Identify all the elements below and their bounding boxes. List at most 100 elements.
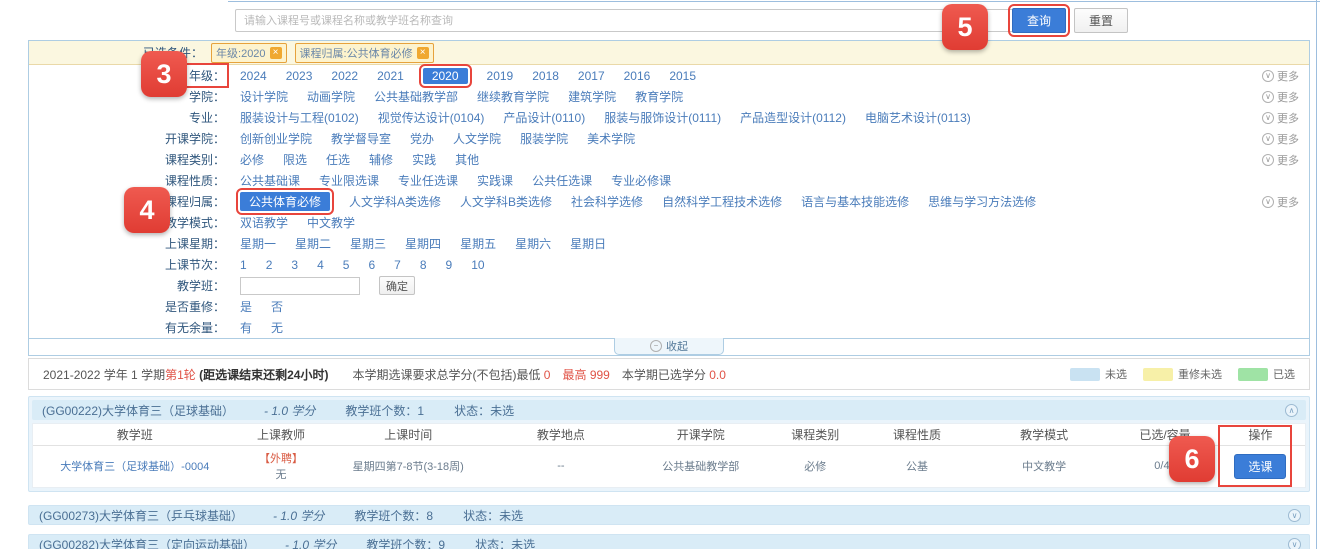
filter-option[interactable]: 2 (266, 258, 273, 272)
filter-option[interactable]: 视觉传达设计(0104) (378, 109, 485, 126)
more-label: 更多 (1277, 89, 1299, 105)
filter-option[interactable]: 2022 (331, 69, 358, 83)
filter-option[interactable]: 8 (420, 258, 427, 272)
filter-option[interactable]: 2016 (624, 69, 651, 83)
filter-option[interactable]: 公共基础课 (240, 172, 300, 189)
filter-option[interactable]: 继续教育学院 (477, 88, 549, 105)
search-input[interactable] (235, 9, 1035, 32)
filter-option[interactable]: 3 (291, 258, 298, 272)
filter-option[interactable]: 教学督导室 (331, 130, 391, 147)
filter-option[interactable]: 实践 (412, 151, 436, 168)
filter-option[interactable]: 9 (446, 258, 453, 272)
filter-option[interactable]: 美术学院 (587, 130, 635, 147)
reset-button[interactable]: 重置 (1074, 8, 1128, 33)
filter-option[interactable]: 星期四 (405, 235, 441, 252)
filter-option[interactable]: 思维与学习方法选修 (928, 193, 1036, 210)
filter-option[interactable]: 星期日 (570, 235, 606, 252)
filter-option[interactable]: 6 (368, 258, 375, 272)
filter-option[interactable]: 任选 (326, 151, 350, 168)
annotation-badge-3: 3 (141, 51, 187, 97)
more-label: 更多 (1277, 152, 1299, 168)
filter-option[interactable]: 星期六 (515, 235, 551, 252)
window-frame-top (228, 1, 1320, 2)
filter-option[interactable]: 中文教学 (307, 214, 355, 231)
filter-option-selected[interactable]: 公共体育必修 (240, 192, 330, 211)
filter-option[interactable]: 实践课 (477, 172, 513, 189)
filter-options: 星期一 星期二 星期三 星期四 星期五 星期六 星期日 (240, 235, 1309, 252)
filter-option[interactable]: 人文学科B类选修 (460, 193, 552, 210)
filter-option[interactable]: 有 (240, 319, 252, 336)
filter-option[interactable]: 电脑艺术设计(0113) (865, 109, 971, 126)
filter-option[interactable]: 社会科学选修 (571, 193, 643, 210)
filter-option[interactable]: 人文学科A类选修 (349, 193, 441, 210)
filter-option[interactable]: 专业必修课 (611, 172, 671, 189)
filter-option[interactable]: 公共任选课 (532, 172, 592, 189)
filter-option-selected[interactable]: 2020 (423, 68, 468, 84)
filter-option[interactable]: 建筑学院 (568, 88, 616, 105)
course-group-header[interactable]: (GG00273)大学体育三（乒乓球基础）- 1.0 学分教学班个数：8状态：未… (28, 505, 1310, 525)
filter-option[interactable]: 设计学院 (240, 88, 288, 105)
more-link[interactable]: ∨更多 (1262, 89, 1299, 105)
filter-options: 必修 限选 任选 辅修 实践 其他 (240, 151, 1309, 168)
course-group-header[interactable]: (GG00282)大学体育三（定向运动基础）- 1.0 学分教学班个数：9状态：… (28, 534, 1310, 549)
more-link[interactable]: ∨更多 (1262, 194, 1299, 210)
filter-option[interactable]: 专业限选课 (319, 172, 379, 189)
filter-option[interactable]: 自然科学工程技术选修 (662, 193, 782, 210)
filter-option[interactable]: 无 (271, 319, 283, 336)
filter-option[interactable]: 星期三 (350, 235, 386, 252)
filter-option[interactable]: 服装设计与工程(0102) (240, 109, 359, 126)
chevron-up-icon[interactable]: ∧ (1285, 404, 1298, 417)
filter-option[interactable]: 2021 (377, 69, 404, 83)
more-link[interactable]: ∨更多 (1262, 131, 1299, 147)
filter-option[interactable]: 2019 (487, 69, 514, 83)
filter-option[interactable]: 必修 (240, 151, 264, 168)
filter-option[interactable]: 其他 (455, 151, 479, 168)
filter-option[interactable]: 2017 (578, 69, 605, 83)
filter-option[interactable]: 1 (240, 258, 247, 272)
filter-options: 双语教学 中文教学 (240, 214, 1309, 231)
remove-tag-icon[interactable]: × (417, 47, 429, 59)
filter-option[interactable]: 人文学院 (453, 130, 501, 147)
filter-option[interactable]: 服装学院 (520, 130, 568, 147)
filter-option[interactable]: 公共基础教学部 (374, 88, 458, 105)
more-link[interactable]: ∨更多 (1262, 110, 1299, 126)
filter-option[interactable]: 产品设计(0110) (503, 109, 585, 126)
filter-option[interactable]: 专业任选课 (398, 172, 458, 189)
filter-option[interactable]: 10 (471, 258, 484, 272)
collapse-panel-button[interactable]: − 收起 (614, 338, 724, 355)
filter-option[interactable]: 2015 (669, 69, 696, 83)
filter-option[interactable]: 2018 (532, 69, 559, 83)
filter-option[interactable]: 产品造型设计(0112) (740, 109, 846, 126)
course-group-header[interactable]: (GG00222)大学体育三（足球基础）- 1.0 学分教学班个数：1状态：未选… (32, 400, 1306, 420)
remove-tag-icon[interactable]: × (270, 47, 282, 59)
filter-option[interactable]: 创新创业学院 (240, 130, 312, 147)
teaching-class-input[interactable] (240, 277, 360, 295)
filter-option[interactable]: 4 (317, 258, 324, 272)
filter-option[interactable]: 服装与服饰设计(0111) (604, 109, 721, 126)
filter-option[interactable]: 教育学院 (635, 88, 683, 105)
select-course-button[interactable]: 选课 (1234, 454, 1286, 479)
more-link[interactable]: ∨更多 (1262, 152, 1299, 168)
filter-option[interactable]: 5 (343, 258, 350, 272)
filter-option[interactable]: 是 (240, 298, 252, 315)
filter-option[interactable]: 星期五 (460, 235, 496, 252)
filter-label: 开课学院： (29, 130, 225, 147)
filter-option[interactable]: 语言与基本技能选修 (801, 193, 909, 210)
more-link[interactable]: ∨更多 (1262, 68, 1299, 84)
filter-option[interactable]: 2024 (240, 69, 267, 83)
chevron-down-icon[interactable]: ∨ (1288, 538, 1301, 549)
filter-option[interactable]: 星期一 (240, 235, 276, 252)
filter-option[interactable]: 动画学院 (307, 88, 355, 105)
filter-option[interactable]: 限选 (283, 151, 307, 168)
filter-option[interactable]: 辅修 (369, 151, 393, 168)
filter-option[interactable]: 7 (394, 258, 401, 272)
query-button[interactable]: 查询 (1012, 8, 1066, 33)
class-name-link[interactable]: 大学体育三（足球基础）-0004 (60, 461, 209, 473)
filter-option[interactable]: 否 (271, 298, 283, 315)
chevron-down-icon[interactable]: ∨ (1288, 509, 1301, 522)
filter-option[interactable]: 2023 (286, 69, 313, 83)
filter-option[interactable]: 党办 (410, 130, 434, 147)
filter-option[interactable]: 星期二 (295, 235, 331, 252)
filter-option[interactable]: 双语教学 (240, 214, 288, 231)
confirm-button[interactable]: 确定 (379, 276, 415, 295)
